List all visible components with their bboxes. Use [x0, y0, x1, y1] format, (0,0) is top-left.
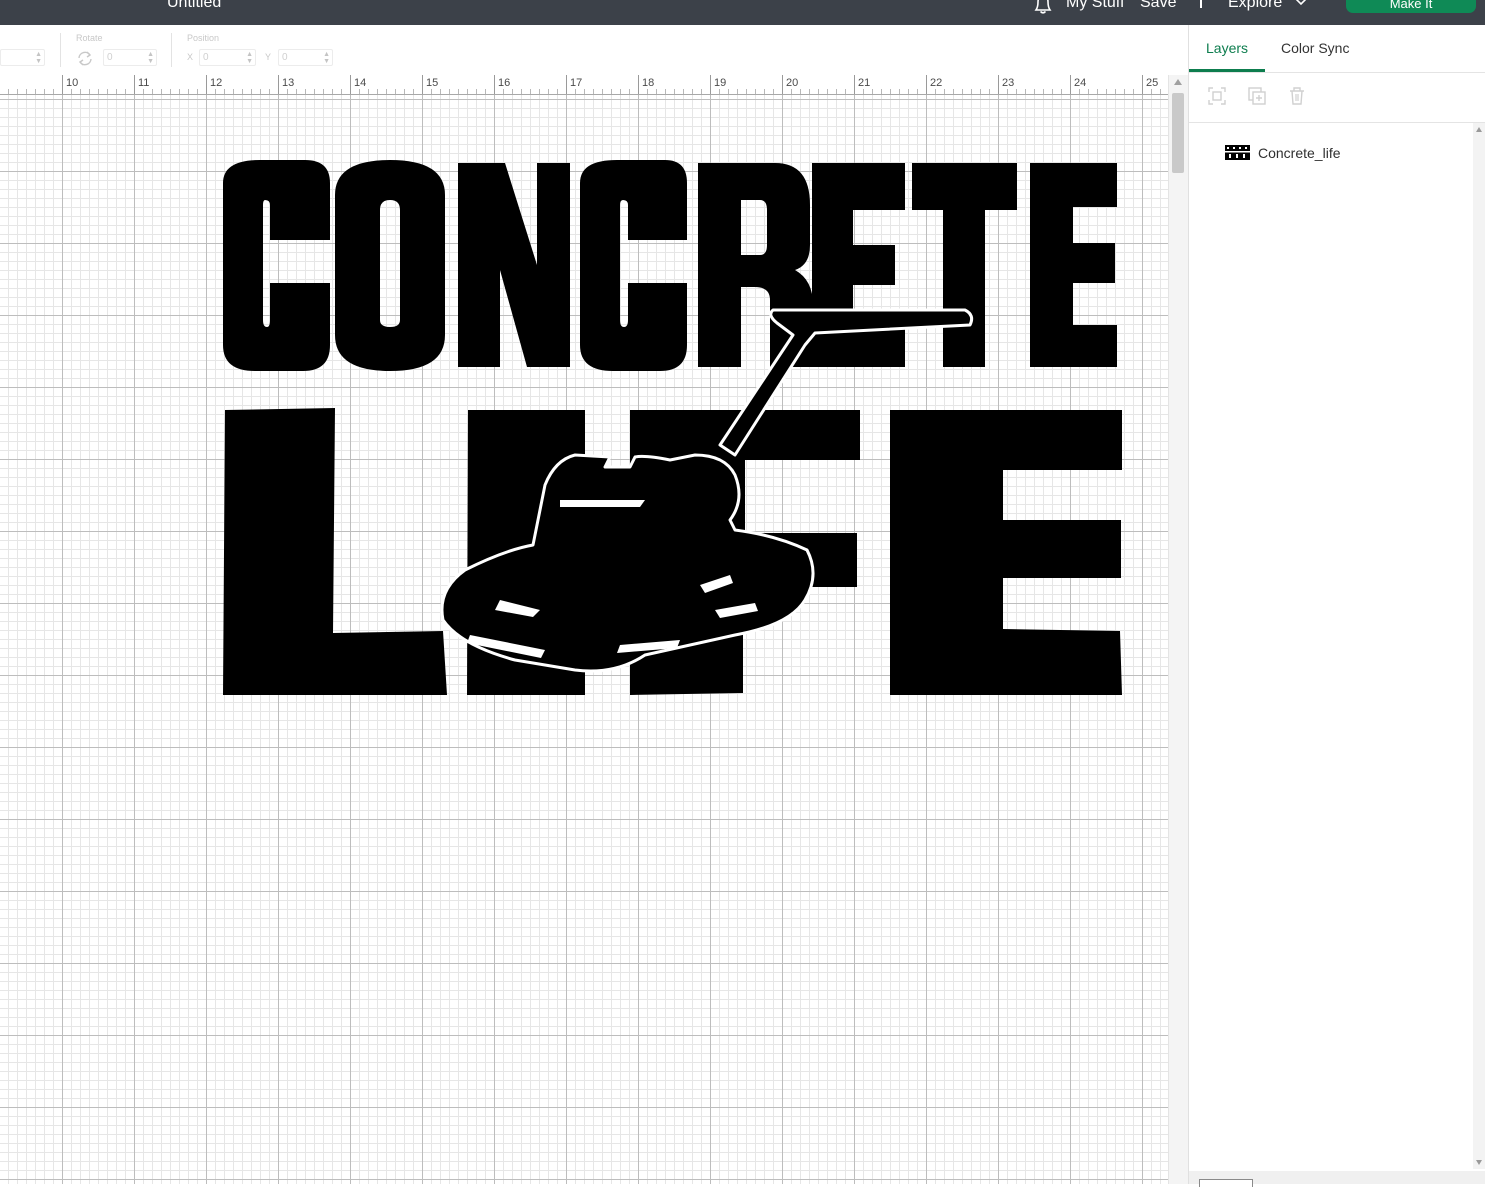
layer-thumbnail — [1225, 145, 1250, 160]
ruler-tick: 16 — [498, 77, 511, 89]
layer-name[interactable]: Concrete_life — [1258, 145, 1341, 161]
my-stuff-link[interactable]: My Stuff — [1066, 0, 1124, 12]
explore-menu[interactable]: Explore — [1228, 0, 1282, 12]
rotate-icon[interactable] — [76, 50, 94, 67]
stepper-icon[interactable]: ▲ ▼ — [147, 51, 154, 65]
position-x-value: 0 — [203, 52, 209, 63]
layers-panel: Layers Color Sync Concrete_life — [1188, 25, 1485, 1187]
ruler-tick: 23 — [1002, 77, 1015, 89]
ruler-tick: 18 — [642, 77, 655, 89]
rotate-input[interactable]: 0 ▲ ▼ — [103, 49, 157, 66]
position-y-input[interactable]: 0 ▲ ▼ — [278, 49, 333, 66]
scroll-up-icon[interactable] — [1174, 79, 1182, 85]
bell-icon[interactable] — [1032, 0, 1054, 14]
concrete-life-design[interactable] — [215, 155, 1130, 705]
toolbar-divider — [171, 33, 172, 67]
toolbar-divider — [60, 33, 61, 67]
position-x-input[interactable]: 0 ▲ ▼ — [199, 49, 256, 66]
y-label: Y — [265, 52, 272, 62]
position-y-value: 0 — [282, 52, 288, 63]
group-icon[interactable] — [1207, 86, 1227, 106]
panel-footer-button[interactable] — [1199, 1179, 1253, 1187]
top-header: Untitled My Stuff Save Explore Make It — [0, 0, 1485, 25]
x-label: X — [187, 52, 194, 62]
chevron-down-icon[interactable] — [1295, 0, 1307, 7]
ruler-tick: 13 — [282, 77, 295, 89]
ruler-tick: 19 — [714, 77, 727, 89]
rotate-value: 0 — [107, 52, 113, 63]
document-title[interactable]: Untitled — [167, 0, 221, 12]
ruler-tick: 24 — [1074, 77, 1087, 89]
tab-layers[interactable]: Layers — [1206, 40, 1248, 56]
ruler-tick: 15 — [426, 77, 439, 89]
ruler-tick: 22 — [930, 77, 943, 89]
ruler-tick: 14 — [354, 77, 367, 89]
ruler-tick: 12 — [210, 77, 223, 89]
size-field[interactable]: ▲ ▼ — [0, 49, 45, 66]
layer-item[interactable]: Concrete_life — [1225, 142, 1465, 164]
header-separator — [1200, 0, 1202, 8]
ruler-tick: 17 — [570, 77, 583, 89]
position-label: Position — [187, 33, 220, 43]
ruler-tick: 20 — [786, 77, 799, 89]
ruler-tick: 25 — [1146, 77, 1159, 89]
scroll-up-icon[interactable] — [1476, 127, 1482, 132]
active-tab-indicator — [1189, 69, 1265, 72]
make-it-button[interactable]: Make It — [1346, 0, 1476, 13]
design-canvas[interactable]: 10 11 12 13 14 15 16 17 18 19 20 21 22 2… — [0, 75, 1168, 1184]
rotate-label: Rotate — [76, 33, 103, 43]
ruler-tick: 11 — [138, 77, 150, 89]
edit-toolbar: ▲ ▼ Rotate 0 ▲ ▼ Position X 0 ▲ ▼ Y 0 ▲ ▼ — [0, 25, 1188, 75]
panel-scrollbar[interactable] — [1473, 123, 1485, 1169]
ruler-tick: 10 — [66, 77, 79, 89]
panel-tabs: Layers Color Sync — [1189, 25, 1485, 73]
scroll-down-icon[interactable] — [1476, 1160, 1482, 1165]
ruler-tick: 21 — [858, 77, 871, 89]
tab-color-sync[interactable]: Color Sync — [1281, 40, 1349, 56]
duplicate-icon[interactable] — [1247, 86, 1267, 106]
layer-actions — [1189, 73, 1485, 123]
save-button[interactable]: Save — [1140, 0, 1176, 12]
panel-footer — [1189, 1171, 1485, 1187]
stepper-icon[interactable]: ▲ ▼ — [35, 51, 42, 65]
scrollbar-thumb[interactable] — [1172, 93, 1184, 173]
delete-icon[interactable] — [1287, 86, 1307, 106]
canvas-scrollbar[interactable] — [1168, 75, 1188, 1184]
horizontal-ruler: 10 11 12 13 14 15 16 17 18 19 20 21 22 2… — [0, 75, 1168, 95]
stepper-icon[interactable]: ▲ ▼ — [323, 51, 330, 65]
stepper-icon[interactable]: ▲ ▼ — [246, 51, 253, 65]
